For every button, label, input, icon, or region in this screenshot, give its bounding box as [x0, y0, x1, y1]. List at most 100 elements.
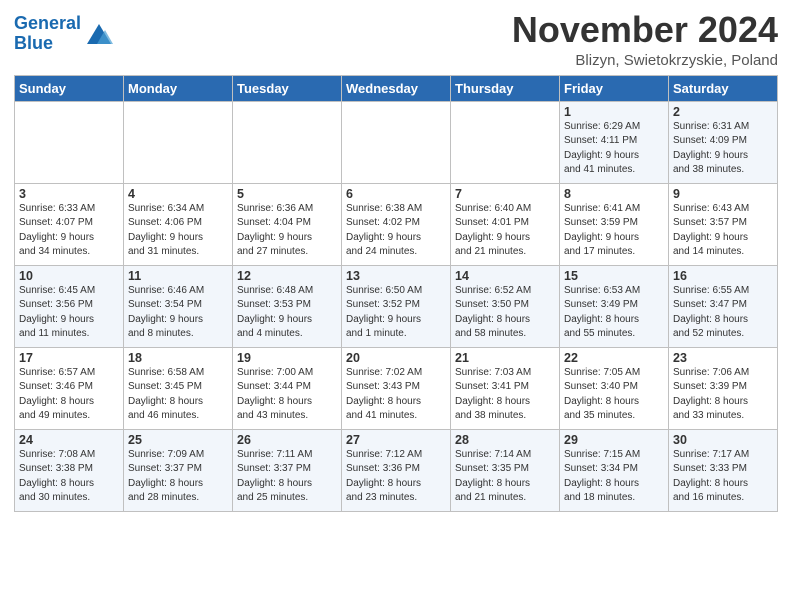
logo: General Blue: [14, 14, 115, 54]
day-info: Sunrise: 7:08 AM Sunset: 3:38 PM Dayligh…: [19, 448, 119, 506]
day-info: Sunrise: 6:43 AM Sunset: 3:57 PM Dayligh…: [673, 202, 773, 260]
day-cell: 6Sunrise: 6:38 AM Sunset: 4:02 PM Daylig…: [342, 183, 451, 265]
day-cell: 1Sunrise: 6:29 AM Sunset: 4:11 PM Daylig…: [560, 101, 669, 183]
day-info: Sunrise: 7:09 AM Sunset: 3:37 PM Dayligh…: [128, 448, 228, 506]
day-cell: 29Sunrise: 7:15 AM Sunset: 3:34 PM Dayli…: [560, 429, 669, 511]
day-number: 9: [673, 187, 773, 201]
location: Blizyn, Swietokrzyskie, Poland: [512, 52, 778, 69]
day-info: Sunrise: 6:40 AM Sunset: 4:01 PM Dayligh…: [455, 202, 555, 260]
day-cell: 3Sunrise: 6:33 AM Sunset: 4:07 PM Daylig…: [15, 183, 124, 265]
week-row-5: 24Sunrise: 7:08 AM Sunset: 3:38 PM Dayli…: [15, 429, 778, 511]
day-info: Sunrise: 6:58 AM Sunset: 3:45 PM Dayligh…: [128, 366, 228, 424]
col-header-friday: Friday: [560, 75, 669, 101]
day-number: 26: [237, 433, 337, 447]
day-number: 13: [346, 269, 446, 283]
day-info: Sunrise: 6:31 AM Sunset: 4:09 PM Dayligh…: [673, 120, 773, 178]
day-number: 2: [673, 105, 773, 119]
col-header-monday: Monday: [124, 75, 233, 101]
header: General Blue November 2024 Blizyn, Swiet…: [14, 10, 778, 69]
day-number: 16: [673, 269, 773, 283]
day-number: 21: [455, 351, 555, 365]
logo-general: General: [14, 13, 81, 33]
logo-text: General: [14, 14, 81, 34]
day-number: 28: [455, 433, 555, 447]
logo-icon: [83, 20, 115, 48]
calendar-header-row: SundayMondayTuesdayWednesdayThursdayFrid…: [15, 75, 778, 101]
day-number: 22: [564, 351, 664, 365]
day-info: Sunrise: 7:06 AM Sunset: 3:39 PM Dayligh…: [673, 366, 773, 424]
day-cell: 17Sunrise: 6:57 AM Sunset: 3:46 PM Dayli…: [15, 347, 124, 429]
day-cell: 28Sunrise: 7:14 AM Sunset: 3:35 PM Dayli…: [451, 429, 560, 511]
day-cell: 20Sunrise: 7:02 AM Sunset: 3:43 PM Dayli…: [342, 347, 451, 429]
day-info: Sunrise: 6:48 AM Sunset: 3:53 PM Dayligh…: [237, 284, 337, 342]
day-number: 14: [455, 269, 555, 283]
day-info: Sunrise: 6:41 AM Sunset: 3:59 PM Dayligh…: [564, 202, 664, 260]
day-info: Sunrise: 7:11 AM Sunset: 3:37 PM Dayligh…: [237, 448, 337, 506]
day-info: Sunrise: 7:12 AM Sunset: 3:36 PM Dayligh…: [346, 448, 446, 506]
day-cell: 12Sunrise: 6:48 AM Sunset: 3:53 PM Dayli…: [233, 265, 342, 347]
day-cell: [342, 101, 451, 183]
day-cell: 25Sunrise: 7:09 AM Sunset: 3:37 PM Dayli…: [124, 429, 233, 511]
calendar-table: SundayMondayTuesdayWednesdayThursdayFrid…: [14, 75, 778, 512]
day-cell: [15, 101, 124, 183]
day-info: Sunrise: 7:03 AM Sunset: 3:41 PM Dayligh…: [455, 366, 555, 424]
col-header-tuesday: Tuesday: [233, 75, 342, 101]
day-info: Sunrise: 7:02 AM Sunset: 3:43 PM Dayligh…: [346, 366, 446, 424]
day-cell: 8Sunrise: 6:41 AM Sunset: 3:59 PM Daylig…: [560, 183, 669, 265]
day-info: Sunrise: 6:33 AM Sunset: 4:07 PM Dayligh…: [19, 202, 119, 260]
day-info: Sunrise: 6:57 AM Sunset: 3:46 PM Dayligh…: [19, 366, 119, 424]
day-number: 3: [19, 187, 119, 201]
day-cell: 11Sunrise: 6:46 AM Sunset: 3:54 PM Dayli…: [124, 265, 233, 347]
day-number: 7: [455, 187, 555, 201]
day-cell: 9Sunrise: 6:43 AM Sunset: 3:57 PM Daylig…: [669, 183, 778, 265]
day-info: Sunrise: 6:34 AM Sunset: 4:06 PM Dayligh…: [128, 202, 228, 260]
day-cell: 18Sunrise: 6:58 AM Sunset: 3:45 PM Dayli…: [124, 347, 233, 429]
day-number: 24: [19, 433, 119, 447]
day-number: 12: [237, 269, 337, 283]
day-number: 19: [237, 351, 337, 365]
day-cell: 30Sunrise: 7:17 AM Sunset: 3:33 PM Dayli…: [669, 429, 778, 511]
day-info: Sunrise: 6:50 AM Sunset: 3:52 PM Dayligh…: [346, 284, 446, 342]
day-number: 18: [128, 351, 228, 365]
day-cell: 2Sunrise: 6:31 AM Sunset: 4:09 PM Daylig…: [669, 101, 778, 183]
day-cell: 27Sunrise: 7:12 AM Sunset: 3:36 PM Dayli…: [342, 429, 451, 511]
week-row-1: 1Sunrise: 6:29 AM Sunset: 4:11 PM Daylig…: [15, 101, 778, 183]
day-cell: 7Sunrise: 6:40 AM Sunset: 4:01 PM Daylig…: [451, 183, 560, 265]
title-block: November 2024 Blizyn, Swietokrzyskie, Po…: [512, 10, 778, 69]
day-cell: 5Sunrise: 6:36 AM Sunset: 4:04 PM Daylig…: [233, 183, 342, 265]
day-number: 5: [237, 187, 337, 201]
day-info: Sunrise: 7:14 AM Sunset: 3:35 PM Dayligh…: [455, 448, 555, 506]
day-cell: 19Sunrise: 7:00 AM Sunset: 3:44 PM Dayli…: [233, 347, 342, 429]
col-header-wednesday: Wednesday: [342, 75, 451, 101]
day-number: 11: [128, 269, 228, 283]
day-number: 29: [564, 433, 664, 447]
day-number: 25: [128, 433, 228, 447]
day-number: 27: [346, 433, 446, 447]
day-cell: 21Sunrise: 7:03 AM Sunset: 3:41 PM Dayli…: [451, 347, 560, 429]
day-number: 30: [673, 433, 773, 447]
day-info: Sunrise: 6:53 AM Sunset: 3:49 PM Dayligh…: [564, 284, 664, 342]
day-cell: 13Sunrise: 6:50 AM Sunset: 3:52 PM Dayli…: [342, 265, 451, 347]
day-cell: 15Sunrise: 6:53 AM Sunset: 3:49 PM Dayli…: [560, 265, 669, 347]
day-info: Sunrise: 6:36 AM Sunset: 4:04 PM Dayligh…: [237, 202, 337, 260]
day-info: Sunrise: 6:52 AM Sunset: 3:50 PM Dayligh…: [455, 284, 555, 342]
day-cell: 14Sunrise: 6:52 AM Sunset: 3:50 PM Dayli…: [451, 265, 560, 347]
day-cell: [451, 101, 560, 183]
day-number: 20: [346, 351, 446, 365]
day-info: Sunrise: 7:05 AM Sunset: 3:40 PM Dayligh…: [564, 366, 664, 424]
day-cell: 24Sunrise: 7:08 AM Sunset: 3:38 PM Dayli…: [15, 429, 124, 511]
col-header-saturday: Saturday: [669, 75, 778, 101]
day-number: 6: [346, 187, 446, 201]
day-cell: 4Sunrise: 6:34 AM Sunset: 4:06 PM Daylig…: [124, 183, 233, 265]
day-cell: 26Sunrise: 7:11 AM Sunset: 3:37 PM Dayli…: [233, 429, 342, 511]
day-cell: 23Sunrise: 7:06 AM Sunset: 3:39 PM Dayli…: [669, 347, 778, 429]
day-info: Sunrise: 7:15 AM Sunset: 3:34 PM Dayligh…: [564, 448, 664, 506]
day-number: 15: [564, 269, 664, 283]
week-row-2: 3Sunrise: 6:33 AM Sunset: 4:07 PM Daylig…: [15, 183, 778, 265]
day-info: Sunrise: 6:46 AM Sunset: 3:54 PM Dayligh…: [128, 284, 228, 342]
day-info: Sunrise: 6:55 AM Sunset: 3:47 PM Dayligh…: [673, 284, 773, 342]
day-cell: 16Sunrise: 6:55 AM Sunset: 3:47 PM Dayli…: [669, 265, 778, 347]
day-number: 4: [128, 187, 228, 201]
page: General Blue November 2024 Blizyn, Swiet…: [0, 0, 792, 522]
day-info: Sunrise: 6:29 AM Sunset: 4:11 PM Dayligh…: [564, 120, 664, 178]
